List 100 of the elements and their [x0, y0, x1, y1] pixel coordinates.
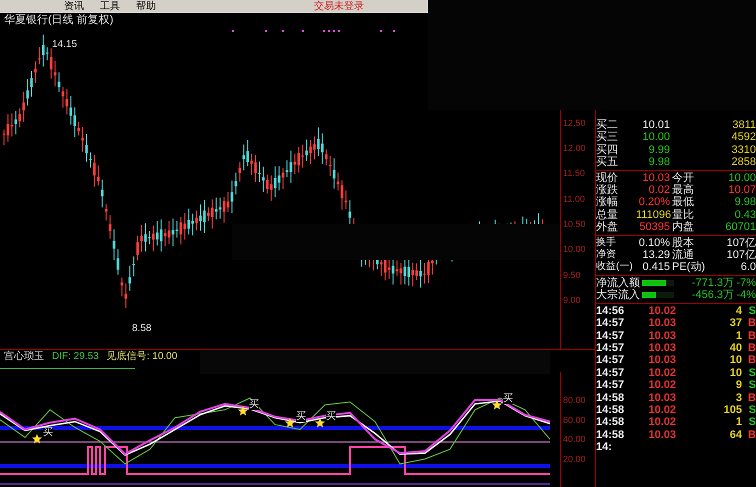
quote-label: 流通: [671, 249, 694, 262]
quote-label: 买四: [596, 144, 619, 156]
quote-volume: 2858: [730, 156, 756, 169]
trade-volume: 10: [728, 354, 742, 367]
trade-volume: 4: [734, 304, 742, 318]
trade-price: 10.03: [647, 428, 676, 442]
trade-price: 10.02: [647, 379, 676, 392]
quote-value: 0.20%: [638, 196, 670, 209]
quote-label: 净资: [596, 249, 617, 261]
quote-label: 买五: [596, 156, 619, 169]
trade-side: S: [748, 304, 756, 318]
quote-label: 涨幅: [596, 196, 619, 209]
trade-side: S: [748, 366, 756, 380]
quote-label: 买二: [596, 119, 619, 131]
indicator-axis-label: 40.00: [563, 434, 586, 444]
quote-label: 总量: [596, 208, 619, 221]
trade-time: 14:58: [596, 392, 626, 404]
trade-time: 14:56: [596, 304, 626, 318]
star-icon: [32, 434, 42, 444]
quote-value: 0.10%: [638, 236, 670, 250]
trade-price: 10.03: [647, 392, 676, 404]
quote-label: 收益(一): [596, 261, 634, 274]
quote-value: 111096: [636, 208, 670, 222]
buy-signal-label: 买: [249, 400, 259, 410]
indicator-axis-label: 60.00: [563, 414, 586, 425]
trade-time: 14:57: [596, 354, 626, 367]
chart-title: 华夏银行(日线 前复权): [4, 14, 114, 26]
trade-price: 10.03: [647, 342, 676, 354]
quote-value: 0.02: [648, 184, 670, 196]
indicator-axis-label: 80.00: [563, 395, 586, 405]
trade-volume: 10: [728, 366, 742, 380]
trade-volume: 1: [734, 416, 742, 429]
quote-value: 50395: [638, 221, 670, 234]
trade-volume: 64: [728, 428, 742, 442]
trade-time: 14:57: [596, 317, 626, 330]
trade-side: B: [747, 330, 756, 342]
quote-volume: 3811: [731, 119, 756, 132]
quote-value: 60701: [724, 221, 756, 234]
quote-label: PE(动): [671, 261, 706, 274]
quote-label: 最低: [671, 196, 695, 209]
price-axis-label: 9.00: [563, 294, 581, 305]
trade-side: B: [747, 354, 756, 367]
quote-label: 今开: [671, 172, 695, 184]
trade-time: 14:57: [596, 342, 626, 354]
price-axis-label: 10.50: [563, 218, 586, 229]
buy-signal-label: 买: [296, 412, 306, 422]
flow-percent: -4%: [735, 289, 756, 302]
star-icon: [492, 400, 502, 410]
price-axis-label: 11.00: [563, 194, 585, 204]
trade-price: 10.02: [647, 366, 676, 380]
quote-label: 股本: [671, 236, 695, 249]
flow-label: 净流入额: [596, 276, 641, 289]
trade-side: B: [747, 317, 756, 330]
price-axis-label: 11.50: [563, 168, 585, 178]
trade-time: 14:: [596, 441, 612, 454]
flow-label: 大宗流入: [596, 289, 641, 302]
quote-label: 买三: [596, 131, 619, 144]
quote-volume: 3310: [730, 144, 756, 156]
trade-volume: 105: [722, 404, 742, 416]
star-icon: [315, 418, 325, 428]
price-axis-label: 12.00: [563, 143, 586, 154]
trade-time: 14:57: [596, 379, 626, 392]
trade-side: S: [748, 379, 756, 392]
quote-label: 量比: [671, 208, 695, 221]
flow-percent: -7%: [735, 276, 756, 290]
quote-label: 换手: [596, 236, 617, 249]
buy-signal-label: 买: [43, 428, 53, 438]
quote-value: 10.03: [641, 172, 670, 184]
trade-status: 交易未登录: [314, 0, 364, 13]
menu-item[interactable]: 工具: [100, 0, 120, 13]
trade-time: 14:58: [596, 404, 626, 416]
quote-value: 10.00: [641, 131, 670, 144]
flow-value: -456.3万: [690, 289, 734, 302]
trade-price: 10.02: [647, 416, 676, 429]
trade-price: 10.02: [647, 404, 676, 416]
quote-value: 107亿: [726, 236, 756, 250]
trade-side: S: [748, 404, 756, 416]
trade-time: 14:57: [596, 330, 626, 342]
trade-price: 10.03: [647, 317, 676, 330]
price-axis-label: 10.00: [563, 244, 586, 254]
menu-item[interactable]: 帮助: [136, 0, 156, 13]
quote-label: 涨跌: [596, 184, 619, 196]
quote-label: 内盘: [671, 221, 695, 234]
buy-signal-label: 买: [503, 394, 513, 404]
indicator-axis-label: 20.00: [563, 454, 586, 464]
trade-side: S: [748, 416, 756, 429]
quote-value: 9.98: [648, 156, 670, 169]
trade-volume: 1: [734, 330, 742, 342]
price-axis-label: 12.50: [563, 118, 586, 128]
trade-volume: 9: [734, 379, 742, 392]
quote-value: 10.07: [727, 184, 756, 196]
price-axis-label: 9.50: [563, 270, 581, 280]
star-icon: [285, 418, 295, 428]
quote-label: 最高: [671, 184, 695, 196]
high-price-label: 14.15: [52, 39, 78, 52]
trade-side: B: [747, 342, 756, 354]
trade-time: 14:58: [596, 416, 626, 429]
menu-item[interactable]: 资讯: [64, 0, 84, 13]
quote-value: 0.43: [734, 208, 756, 222]
trade-volume: 40: [728, 342, 742, 354]
